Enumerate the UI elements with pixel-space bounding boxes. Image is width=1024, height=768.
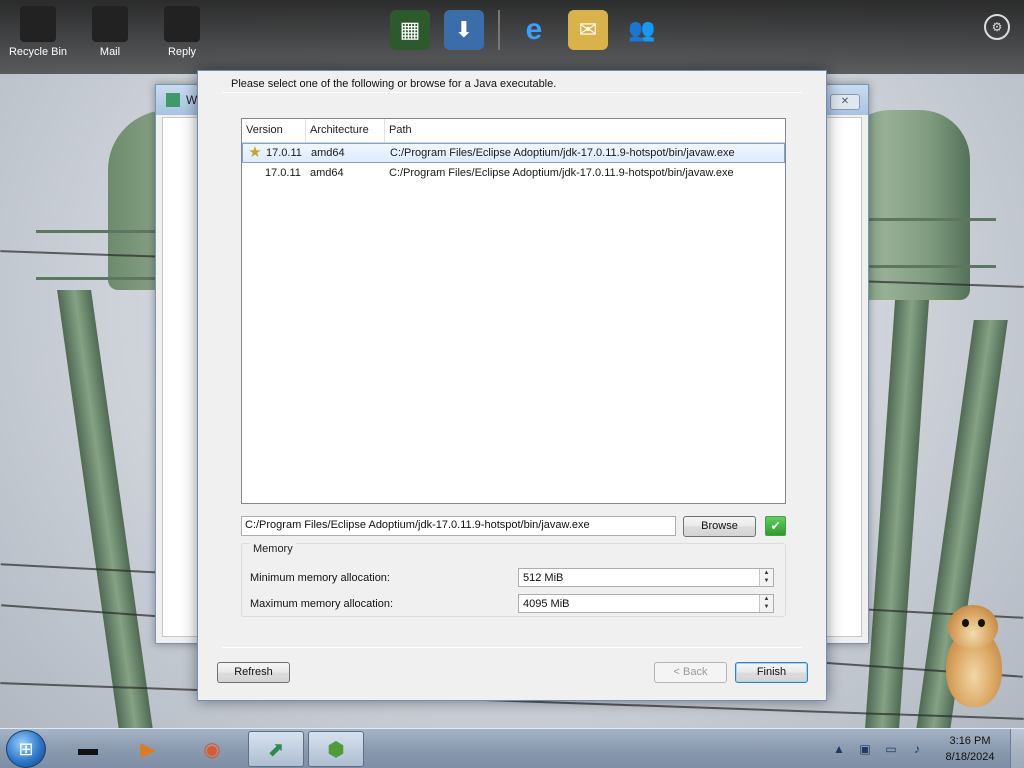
table-row[interactable]: ★ 17.0.11 amd64 C:/Program Files/Eclipse… xyxy=(242,143,785,163)
recycle-bin-icon xyxy=(20,6,56,42)
media-player-icon[interactable]: ▶ xyxy=(120,731,176,767)
dialog-description: Please select one of the following or br… xyxy=(231,78,557,90)
start-button[interactable]: ⊞ xyxy=(6,730,46,768)
max-memory-value: 4095 MiB xyxy=(523,598,570,610)
memory-legend: Memory xyxy=(250,543,296,555)
table-header: Version Architecture Path xyxy=(242,119,785,143)
table-row[interactable]: 17.0.11 amd64 C:/Program Files/Eclipse A… xyxy=(242,163,785,183)
app-icon xyxy=(166,93,180,107)
users-icon[interactable]: 👥 xyxy=(622,10,662,50)
column-header-version[interactable]: Version xyxy=(242,119,306,142)
finish-button[interactable]: Finish xyxy=(735,662,808,683)
star-icon: ★ xyxy=(248,144,262,161)
firefox-icon[interactable]: ◉ xyxy=(184,731,240,767)
version-text: 17.0.11 xyxy=(265,167,301,179)
desktop-icon-mail[interactable]: Mail xyxy=(80,6,140,58)
clock-time: 3:16 PM xyxy=(949,735,991,747)
min-memory-label: Minimum memory allocation: xyxy=(250,572,390,584)
column-header-architecture[interactable]: Architecture xyxy=(306,119,385,142)
java-path-input[interactable]: C:/Program Files/Eclipse Adoptium/jdk-17… xyxy=(241,516,676,536)
download-icon[interactable]: ⬇ xyxy=(444,10,484,50)
clock[interactable]: 3:16 PM 8/18/2024 xyxy=(930,733,1010,765)
architecture-cell: amd64 xyxy=(310,167,344,179)
version-cell: ★ 17.0.11 xyxy=(243,145,307,161)
min-memory-spinbox[interactable]: 512 MiB ▲ ▼ xyxy=(518,568,774,587)
volume-icon[interactable]: ♪ xyxy=(907,739,927,759)
max-memory-label: Maximum memory allocation: xyxy=(250,598,394,610)
memory-group: Memory Minimum memory allocation: 512 Mi… xyxy=(241,543,786,617)
hamster-mascot[interactable] xyxy=(940,605,1006,709)
minecraft-icon[interactable]: ⬢ xyxy=(308,731,364,767)
network-icon[interactable]: ▣ xyxy=(855,739,875,759)
dock-separator xyxy=(498,10,500,50)
dock-app-bar: ▦ ⬇ e ✉ 👥 xyxy=(390,10,662,50)
browse-button[interactable]: Browse xyxy=(683,516,756,537)
desktop-icon-label: Recycle Bin xyxy=(8,46,68,58)
java-versions-table: Version Architecture Path ★ 17.0.11 amd6… xyxy=(241,118,786,504)
desktop-icon-reply[interactable]: Reply xyxy=(152,6,212,58)
document-icon xyxy=(164,6,200,42)
column-header-path[interactable]: Path xyxy=(385,119,785,142)
min-memory-value: 512 MiB xyxy=(523,572,564,584)
desktop-icon-label: Reply xyxy=(167,46,197,58)
desktop-icon-label: Mail xyxy=(99,46,121,58)
display-icon[interactable]: ▭ xyxy=(881,739,901,759)
mail-icon[interactable]: ✉ xyxy=(568,10,608,50)
taskbar: ⊞ ▬ ▶ ◉ ⬈ ⬢ ▲ ▣ ▭ ♪ 3:16 PM 8/18/2024 xyxy=(0,728,1024,768)
clock-date: 8/18/2024 xyxy=(945,751,995,763)
version-cell: 17.0.11 xyxy=(242,167,306,179)
internet-explorer-icon[interactable]: e xyxy=(514,10,554,50)
version-text: 17.0.11 xyxy=(266,147,302,159)
divider xyxy=(222,92,802,93)
checkmark-icon[interactable]: ✔ xyxy=(765,516,786,536)
java-selection-dialog: Please select one of the following or br… xyxy=(197,70,827,701)
spin-arrows-icon[interactable]: ▲ ▼ xyxy=(759,569,773,586)
mail-folder-icon xyxy=(92,6,128,42)
close-icon[interactable]: ✕ xyxy=(830,94,860,110)
dock-options-icon[interactable]: ⚙ xyxy=(984,14,1010,40)
water-tower-railing-right xyxy=(866,218,996,268)
back-button[interactable]: < Back xyxy=(654,662,727,683)
max-memory-spinbox[interactable]: 4095 MiB ▲ ▼ xyxy=(518,594,774,613)
path-cell: C:/Program Files/Eclipse Adoptium/jdk-17… xyxy=(389,167,734,179)
desktop-icon-recycle-bin[interactable]: Recycle Bin xyxy=(8,6,68,58)
show-hidden-icons-icon[interactable]: ▲ xyxy=(829,739,849,759)
spin-arrows-icon[interactable]: ▲ ▼ xyxy=(759,595,773,612)
top-dock: Recycle Bin Mail Reply ▦ ⬇ e ✉ 👥 ⚙ xyxy=(0,0,1024,74)
divider xyxy=(222,647,802,648)
show-desktop-button[interactable] xyxy=(1010,729,1024,768)
prism-launcher-icon[interactable]: ⬈ xyxy=(248,731,304,767)
refresh-button[interactable]: Refresh xyxy=(217,662,290,683)
architecture-cell: amd64 xyxy=(311,147,345,159)
minecraft-edit-icon[interactable]: ▦ xyxy=(390,10,430,50)
system-tray: ▲ ▣ ▭ ♪ 3:16 PM 8/18/2024 xyxy=(826,729,1024,768)
path-cell: C:/Program Files/Eclipse Adoptium/jdk-17… xyxy=(390,147,735,159)
terminal-icon[interactable]: ▬ xyxy=(60,731,116,767)
